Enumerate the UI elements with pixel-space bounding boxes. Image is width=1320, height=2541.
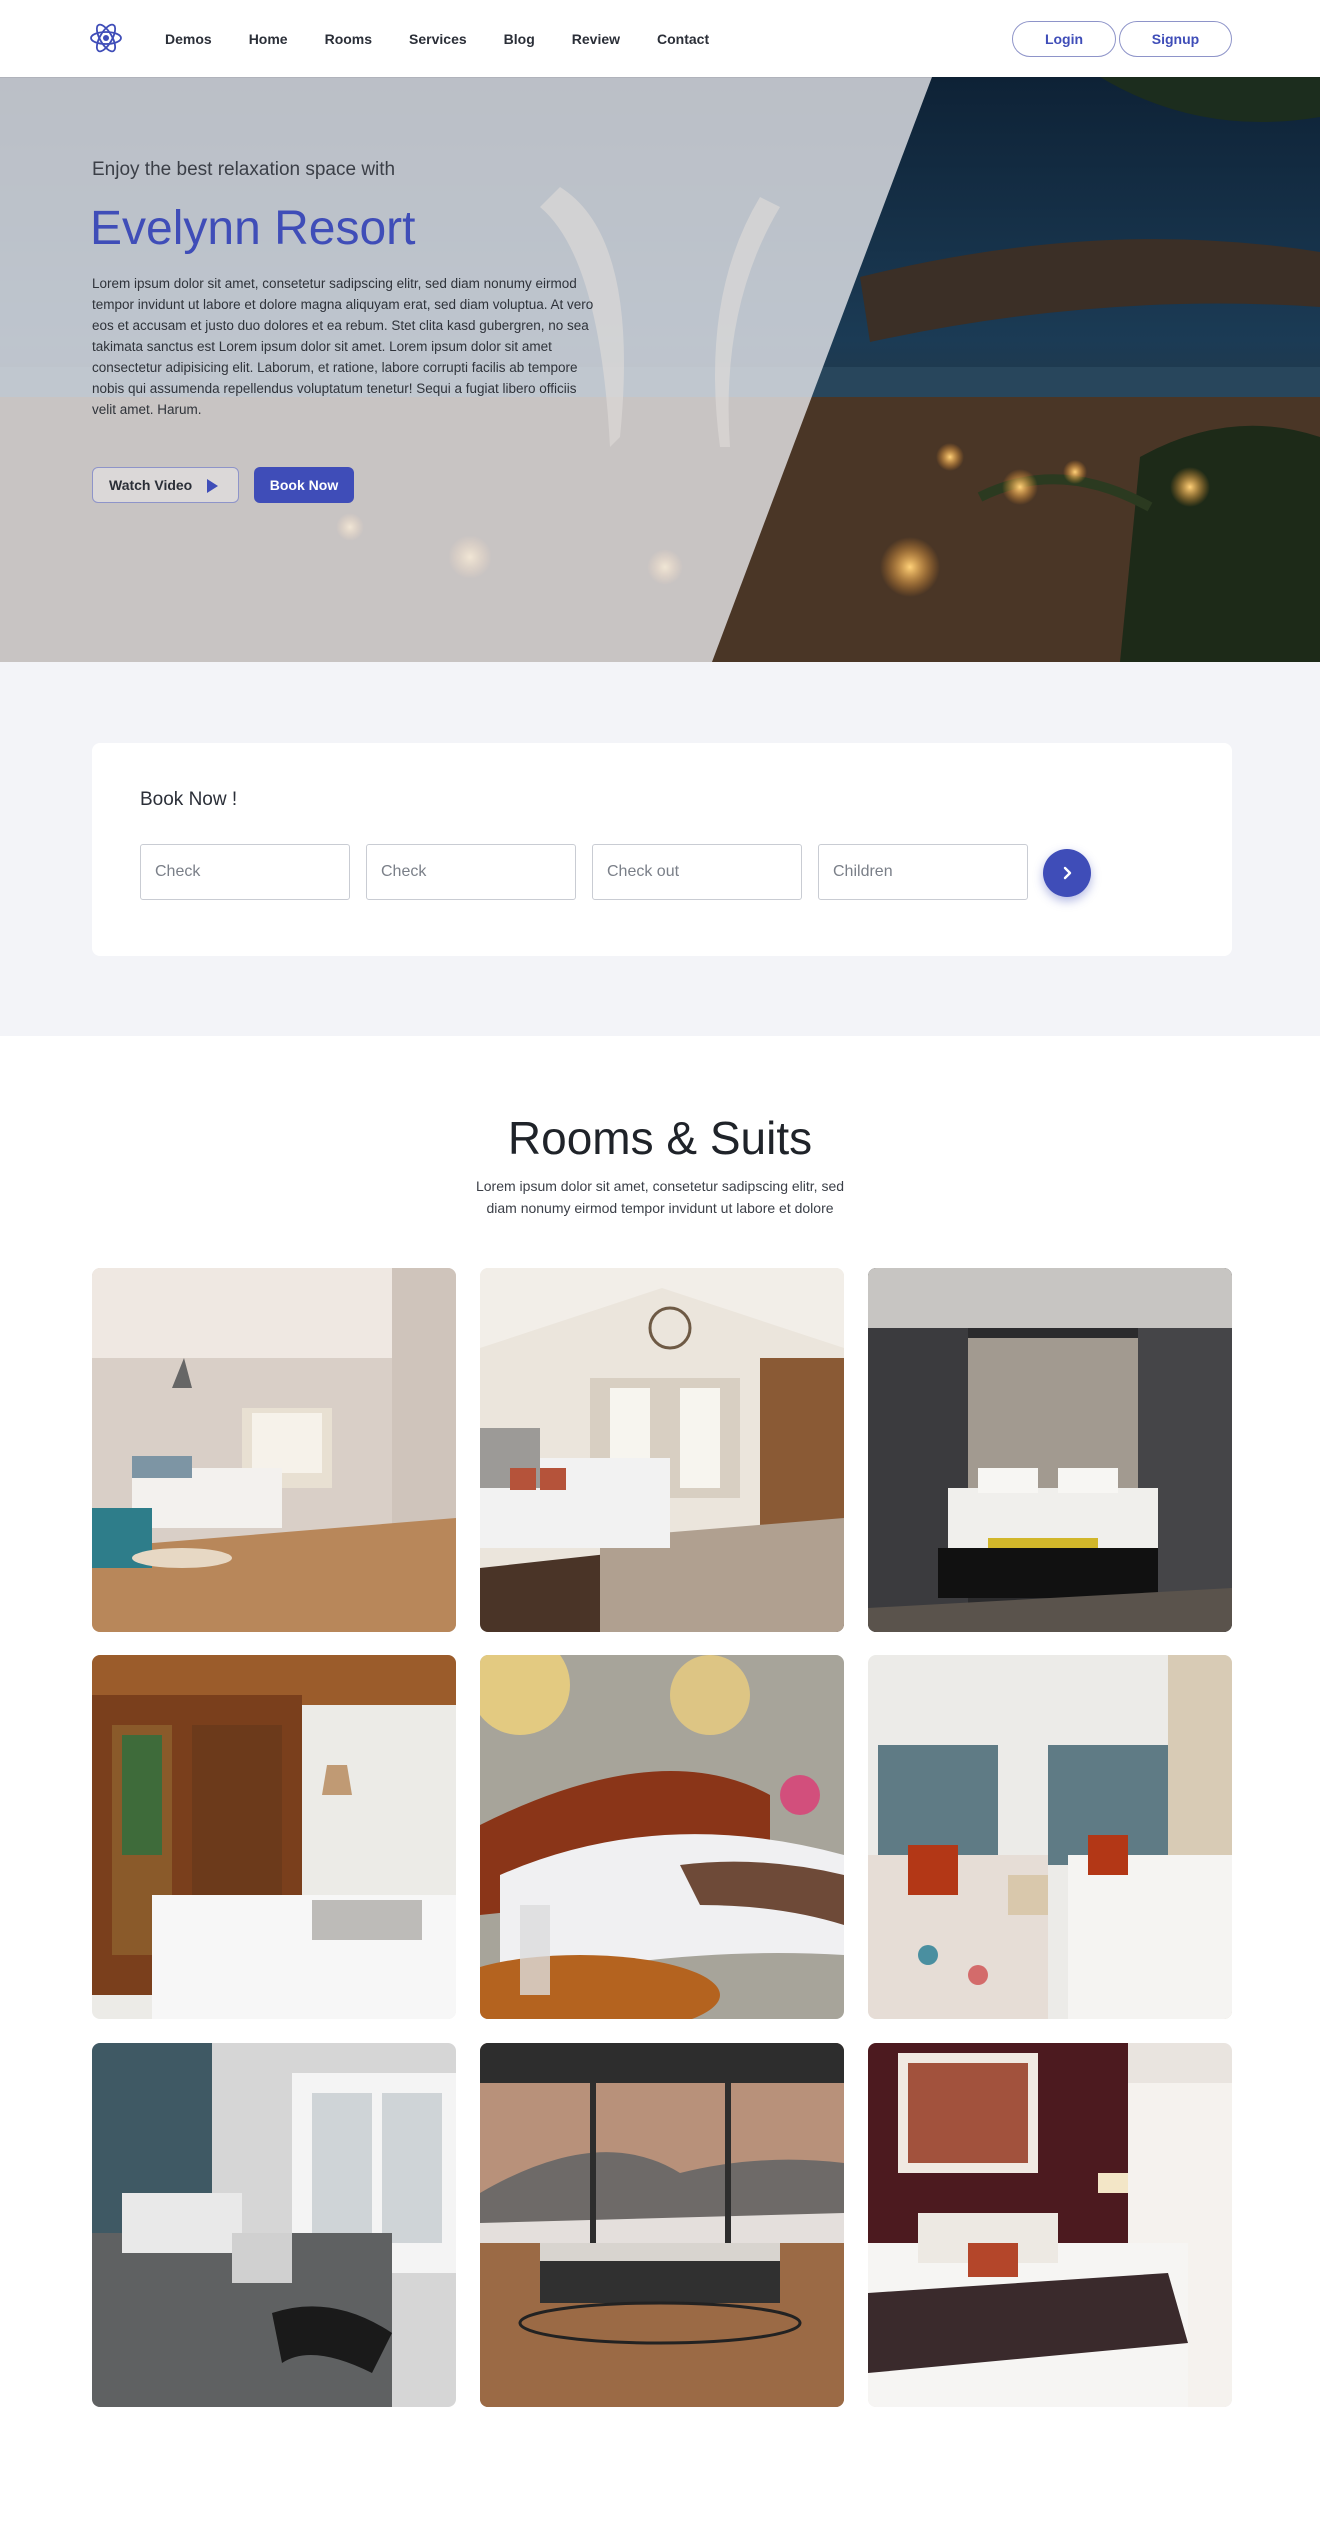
booking-section: Book Now !	[0, 662, 1320, 1036]
check-in-field[interactable]	[140, 844, 350, 900]
room-card-1[interactable]	[92, 1268, 456, 1632]
nav-review[interactable]: Review	[572, 31, 620, 47]
nav-contact[interactable]: Contact	[657, 31, 709, 47]
play-icon	[207, 479, 218, 493]
room-card-2[interactable]	[480, 1268, 844, 1632]
check-field[interactable]	[366, 844, 576, 900]
room-image-4	[92, 1655, 456, 2019]
hero-description: Lorem ipsum dolor sit amet, consetetur s…	[92, 276, 594, 417]
rooms-title: Rooms & Suits	[507, 1112, 813, 1164]
children-field[interactable]	[818, 844, 1028, 900]
room-image-8	[480, 2043, 844, 2407]
watch-video-button[interactable]: Watch Video	[92, 467, 239, 503]
room-card-9[interactable]	[868, 2043, 1232, 2407]
login-button[interactable]: Login	[1012, 21, 1116, 57]
room-card-7[interactable]	[92, 2043, 456, 2407]
room-image-9	[868, 2043, 1232, 2407]
hero-title: Evelynn Resort	[90, 202, 416, 255]
room-card-5[interactable]	[480, 1655, 844, 2019]
room-image-5	[480, 1655, 844, 2019]
signup-button[interactable]: Signup	[1119, 21, 1232, 57]
watch-video-label: Watch Video	[109, 477, 193, 493]
booking-submit-button[interactable]	[1043, 849, 1091, 897]
hero-section: Enjoy the best relaxation space with Eve…	[0, 77, 1320, 662]
atom-logo-icon[interactable]	[88, 20, 124, 56]
room-card-4[interactable]	[92, 1655, 456, 2019]
nav-home[interactable]: Home	[249, 31, 288, 47]
hero-book-now-button[interactable]: Book Now	[254, 467, 354, 503]
nav-blog[interactable]: Blog	[504, 31, 535, 47]
room-card-8[interactable]	[480, 2043, 844, 2407]
hero-tagline: Enjoy the best relaxation space with	[92, 159, 396, 180]
chevron-right-icon	[1063, 866, 1072, 880]
nav-services[interactable]: Services	[409, 31, 467, 47]
room-image-3	[868, 1268, 1232, 1632]
rooms-subtitle: Lorem ipsum dolor sit amet, consetetur s…	[475, 1178, 845, 1216]
top-navbar: Demos Home Rooms Services Blog Review Co…	[0, 0, 1320, 77]
nav-rooms[interactable]: Rooms	[325, 31, 372, 47]
room-card-3[interactable]	[868, 1268, 1232, 1632]
check-out-field[interactable]	[592, 844, 802, 900]
booking-title: Book Now !	[140, 789, 238, 810]
nav-demos[interactable]: Demos	[165, 31, 212, 47]
room-image-2	[480, 1268, 844, 1632]
room-card-6[interactable]	[868, 1655, 1232, 2019]
room-image-7	[92, 2043, 456, 2407]
booking-card: Book Now !	[92, 743, 1232, 956]
room-image-1	[92, 1268, 456, 1632]
main-menu: Demos Home Rooms Services Blog Review Co…	[165, 0, 746, 77]
room-image-6	[868, 1655, 1232, 2019]
